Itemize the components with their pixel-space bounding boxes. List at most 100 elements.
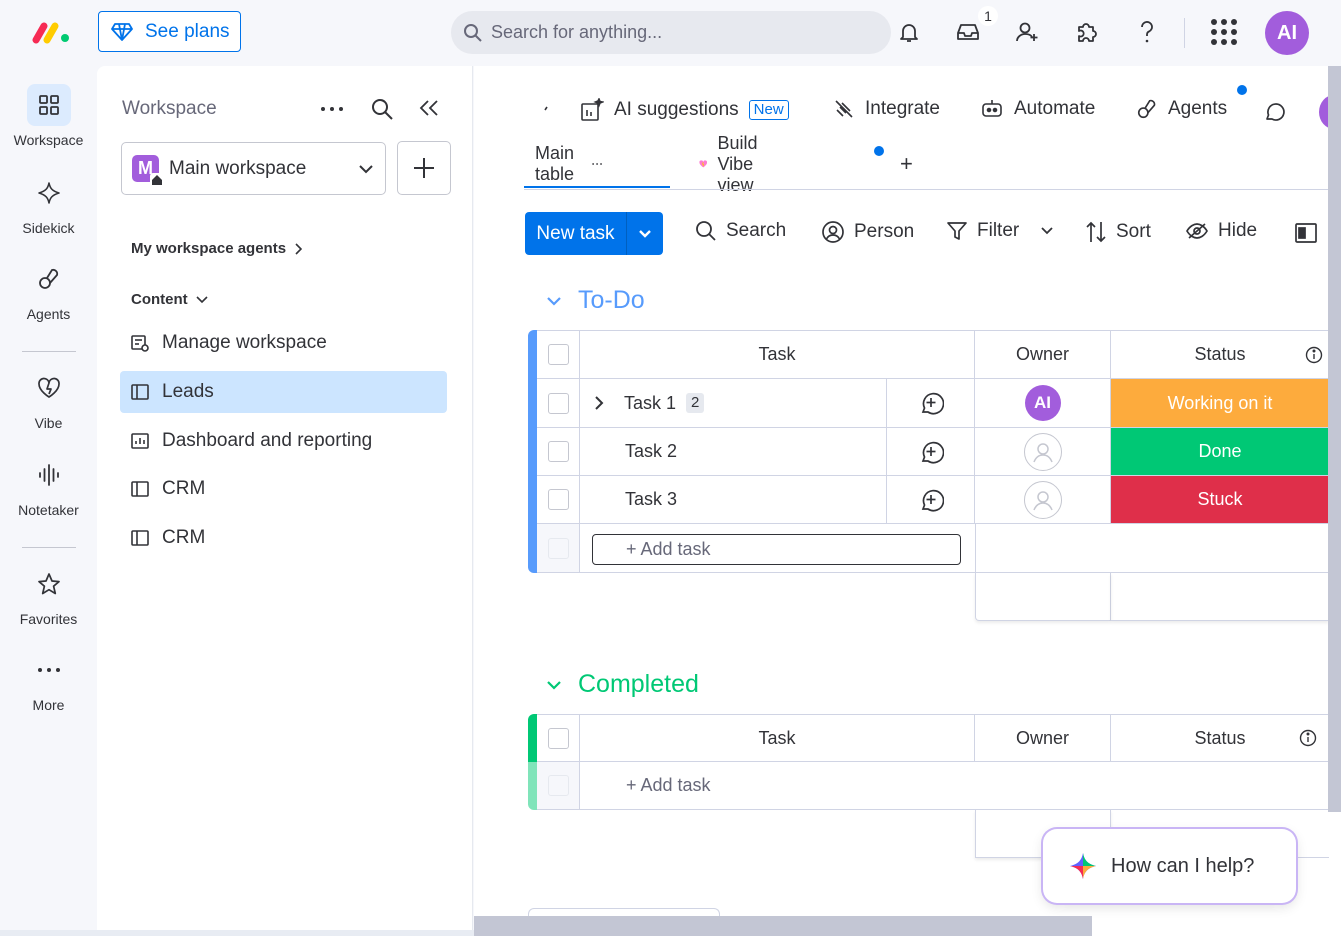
task-name[interactable]: Task 3: [625, 489, 677, 510]
user-avatar[interactable]: AI: [1265, 11, 1309, 55]
filter-button[interactable]: Filter: [946, 220, 1054, 242]
chevron-down-icon[interactable]: [627, 229, 663, 239]
task-cell[interactable]: Task 1 2: [580, 379, 887, 428]
owner-cell[interactable]: AI: [975, 379, 1111, 428]
vibe-heart-icon: [699, 160, 708, 168]
status-cell[interactable]: Stuck: [1111, 476, 1329, 524]
task-name[interactable]: Task 2: [625, 441, 677, 462]
agents-button[interactable]: Agents: [1136, 98, 1227, 120]
column-header-owner[interactable]: Owner: [975, 714, 1111, 762]
chevron-down-icon[interactable]: [546, 295, 562, 307]
comment-icon[interactable]: [1263, 100, 1287, 124]
group-title[interactable]: To-Do: [578, 286, 645, 315]
automate-button[interactable]: Automate: [980, 98, 1095, 120]
toolbar-label: AI suggestions: [614, 99, 739, 120]
rail-favorites[interactable]: Favorites: [0, 563, 97, 627]
chevron-down-icon[interactable]: [1040, 226, 1054, 236]
tab-build-vibe-view[interactable]: Build Vibe view: [699, 133, 769, 195]
nav-item-crm[interactable]: CRM: [120, 517, 447, 559]
more-dots-icon: [27, 649, 71, 691]
group-header-todo[interactable]: To-Do: [546, 286, 645, 315]
more-dots-icon[interactable]: [592, 162, 602, 166]
rail-sidekick[interactable]: Sidekick: [0, 172, 97, 236]
info-icon[interactable]: [1305, 346, 1323, 364]
tab-main-table[interactable]: Main table: [535, 143, 602, 184]
add-workspace-item-button[interactable]: [397, 141, 451, 195]
horizontal-scrollbar[interactable]: [474, 916, 1092, 936]
help-icon[interactable]: [1132, 17, 1162, 47]
empty-person-icon[interactable]: [1023, 432, 1062, 471]
workspace-selector[interactable]: M Main workspace: [121, 142, 386, 195]
row-checkbox[interactable]: [547, 441, 569, 462]
chevron-down-icon[interactable]: [546, 679, 562, 691]
select-all-checkbox[interactable]: [547, 727, 569, 749]
global-search-input[interactable]: Search for anything...: [451, 11, 891, 54]
task-cell[interactable]: Task 2: [580, 428, 887, 476]
empty-person-icon[interactable]: [1023, 480, 1062, 519]
puzzle-icon[interactable]: [1072, 17, 1102, 47]
sort-button[interactable]: Sort: [1085, 220, 1151, 244]
integrate-button[interactable]: Integrate: [833, 98, 940, 120]
collapse-panel-icon[interactable]: [418, 98, 440, 118]
updates-cell[interactable]: [887, 379, 975, 428]
add-task-input[interactable]: + Add task: [592, 534, 961, 565]
rail-vibe[interactable]: Vibe: [0, 367, 97, 431]
column-header-task[interactable]: Task: [580, 714, 975, 762]
search-button[interactable]: Search: [695, 220, 786, 242]
panel-search-icon[interactable]: [370, 97, 394, 121]
bell-icon[interactable]: [894, 17, 924, 47]
nav-item-leads[interactable]: Leads: [120, 371, 447, 413]
add-view-button[interactable]: +: [900, 146, 913, 182]
rail-workspace[interactable]: Workspace: [0, 84, 97, 148]
see-plans-button[interactable]: See plans: [98, 11, 241, 52]
monday-logo-icon[interactable]: [32, 20, 72, 44]
workspace-agents-section[interactable]: My workspace agents: [131, 240, 303, 257]
group-title[interactable]: Completed: [578, 670, 699, 699]
content-section[interactable]: Content: [131, 291, 208, 308]
scroll-left-icon[interactable]: [543, 106, 549, 114]
nav-item-crm[interactable]: CRM: [120, 468, 447, 510]
owner-cell[interactable]: [975, 428, 1111, 476]
subitems-count[interactable]: 2: [686, 393, 705, 413]
person-filter-button[interactable]: Person: [821, 220, 914, 244]
nav-item-dashboard[interactable]: Dashboard and reporting: [120, 420, 447, 462]
column-header-status[interactable]: Status: [1111, 714, 1329, 762]
status-cell[interactable]: Done: [1111, 428, 1329, 476]
chevron-right-icon[interactable]: [594, 395, 604, 411]
nav-item-manage-workspace[interactable]: Manage workspace: [120, 322, 447, 364]
updates-cell[interactable]: [887, 428, 975, 476]
column-header-status[interactable]: Status: [1111, 330, 1329, 379]
add-task-row[interactable]: + Add task: [580, 762, 1329, 810]
rail-agents[interactable]: Agents: [0, 258, 97, 322]
task-cell[interactable]: Task 3: [580, 476, 887, 524]
updates-cell[interactable]: [887, 476, 975, 524]
left-rail: Workspace Sidekick Agents Vibe Notetaker…: [0, 66, 97, 936]
rail-more[interactable]: More: [0, 649, 97, 713]
row-select-cell: [537, 762, 580, 810]
select-all-checkbox[interactable]: [547, 344, 569, 365]
info-icon[interactable]: [1299, 729, 1317, 747]
rail-notetaker[interactable]: Notetaker: [0, 454, 97, 518]
summary-cell: [1111, 573, 1329, 621]
ai-help-button[interactable]: How can I help?: [1043, 829, 1296, 903]
owner-cell[interactable]: [975, 476, 1111, 524]
status-cell[interactable]: Working on it: [1111, 379, 1329, 428]
ai-suggestions-button[interactable]: AI suggestions New: [580, 98, 789, 122]
column-header-task[interactable]: Task: [580, 330, 975, 379]
robot-icon: [982, 100, 1002, 117]
vertical-scrollbar[interactable]: [1328, 66, 1341, 812]
task-name[interactable]: Task 1: [624, 393, 676, 414]
owner-avatar[interactable]: AI: [1024, 385, 1061, 421]
group-header-completed[interactable]: Completed: [546, 670, 699, 699]
panel-more-icon[interactable]: [320, 106, 344, 112]
column-header-owner[interactable]: Owner: [975, 330, 1111, 379]
inbox-icon[interactable]: [953, 17, 983, 47]
apps-grid-icon[interactable]: [1209, 17, 1239, 47]
invite-user-icon[interactable]: [1012, 17, 1042, 47]
new-task-button[interactable]: New task: [525, 212, 663, 255]
row-checkbox[interactable]: [547, 392, 569, 414]
integrate-icon: [835, 100, 853, 118]
row-checkbox[interactable]: [547, 489, 569, 510]
group-by-icon[interactable]: [1294, 222, 1318, 244]
hide-button[interactable]: Hide: [1185, 220, 1257, 242]
